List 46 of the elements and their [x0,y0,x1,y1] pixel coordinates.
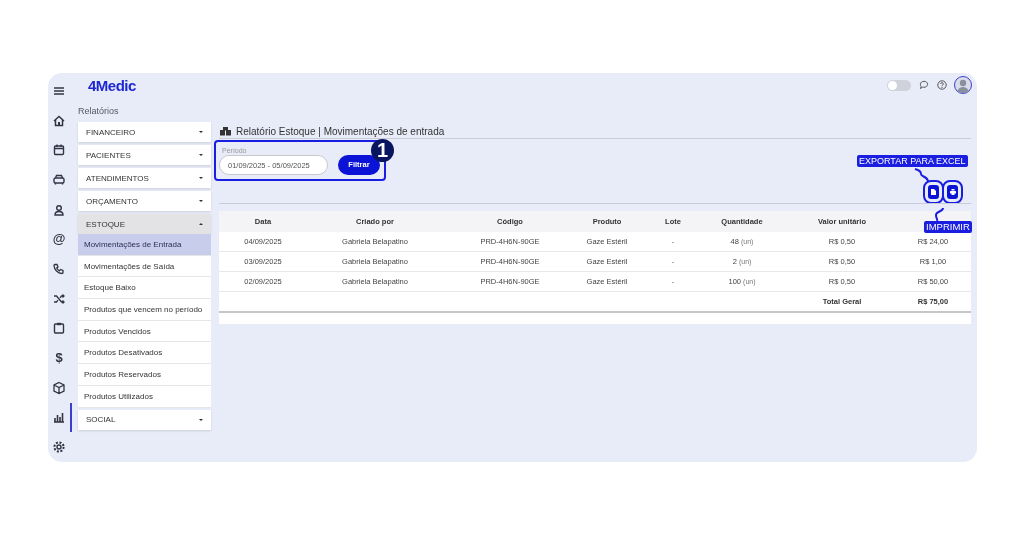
app-logo: 4Medic [88,76,136,94]
printer-icon [949,189,956,195]
caret-icon [199,200,203,202]
menu-group[interactable]: ESTOQUE [78,214,211,234]
file-icon [931,189,936,195]
menu-item[interactable]: Estoque Baixo [78,277,211,300]
step-badge: 1 [371,139,394,162]
menu-item[interactable]: Produtos Desativados [78,342,211,365]
menu-group[interactable]: SOCIAL [78,409,211,430]
leader-line [933,207,945,222]
calendar-icon [52,143,66,158]
annotation-label: EXPORTAR PARA EXCEL [857,155,968,167]
cube-icon [52,380,66,395]
phone-icon [52,261,66,276]
menu-item[interactable]: Produtos Vencidos [78,320,211,343]
theme-toggle[interactable] [887,79,911,91]
menu-group[interactable]: FINANCEIRO [78,122,211,142]
caret-icon [199,131,203,133]
caret-icon [199,223,203,225]
menu-item[interactable]: Produtos que vencem no período [78,299,211,321]
menu-item[interactable]: Produtos Reservados [78,364,211,386]
report-title: Relatório Estoque | Movimentações de entrada [236,125,445,137]
chart-icon [52,410,66,425]
help-icon[interactable] [937,80,947,90]
annotation-label: IMPRIMIR [924,221,972,233]
settings-icon [52,440,66,455]
caret-icon [199,177,203,179]
menu-group[interactable]: PACIENTES [78,145,211,165]
menu-item[interactable]: Movimentações de Saída [78,255,211,278]
clipboard-icon [52,321,66,336]
user-avatar[interactable] [954,76,972,94]
menu-item[interactable]: Movimentações de Entrada [78,234,211,256]
menu-group[interactable]: ATENDIMENTOS [78,168,211,188]
rail-item[interactable]: $ [48,343,72,373]
chat-icon[interactable] [919,80,929,90]
boxes-icon [220,126,231,136]
menu-group[interactable]: ORÇAMENTO [78,191,211,211]
car-icon [52,172,66,187]
person-icon [52,202,66,217]
home-icon [52,113,66,128]
rail-item[interactable]: @ [48,224,72,255]
menu-item[interactable]: Produtos Utilizados [78,385,211,408]
shuffle-icon [52,291,66,306]
section-title: Relatórios [78,105,119,118]
caret-icon [199,418,203,421]
caret-icon [199,154,203,156]
